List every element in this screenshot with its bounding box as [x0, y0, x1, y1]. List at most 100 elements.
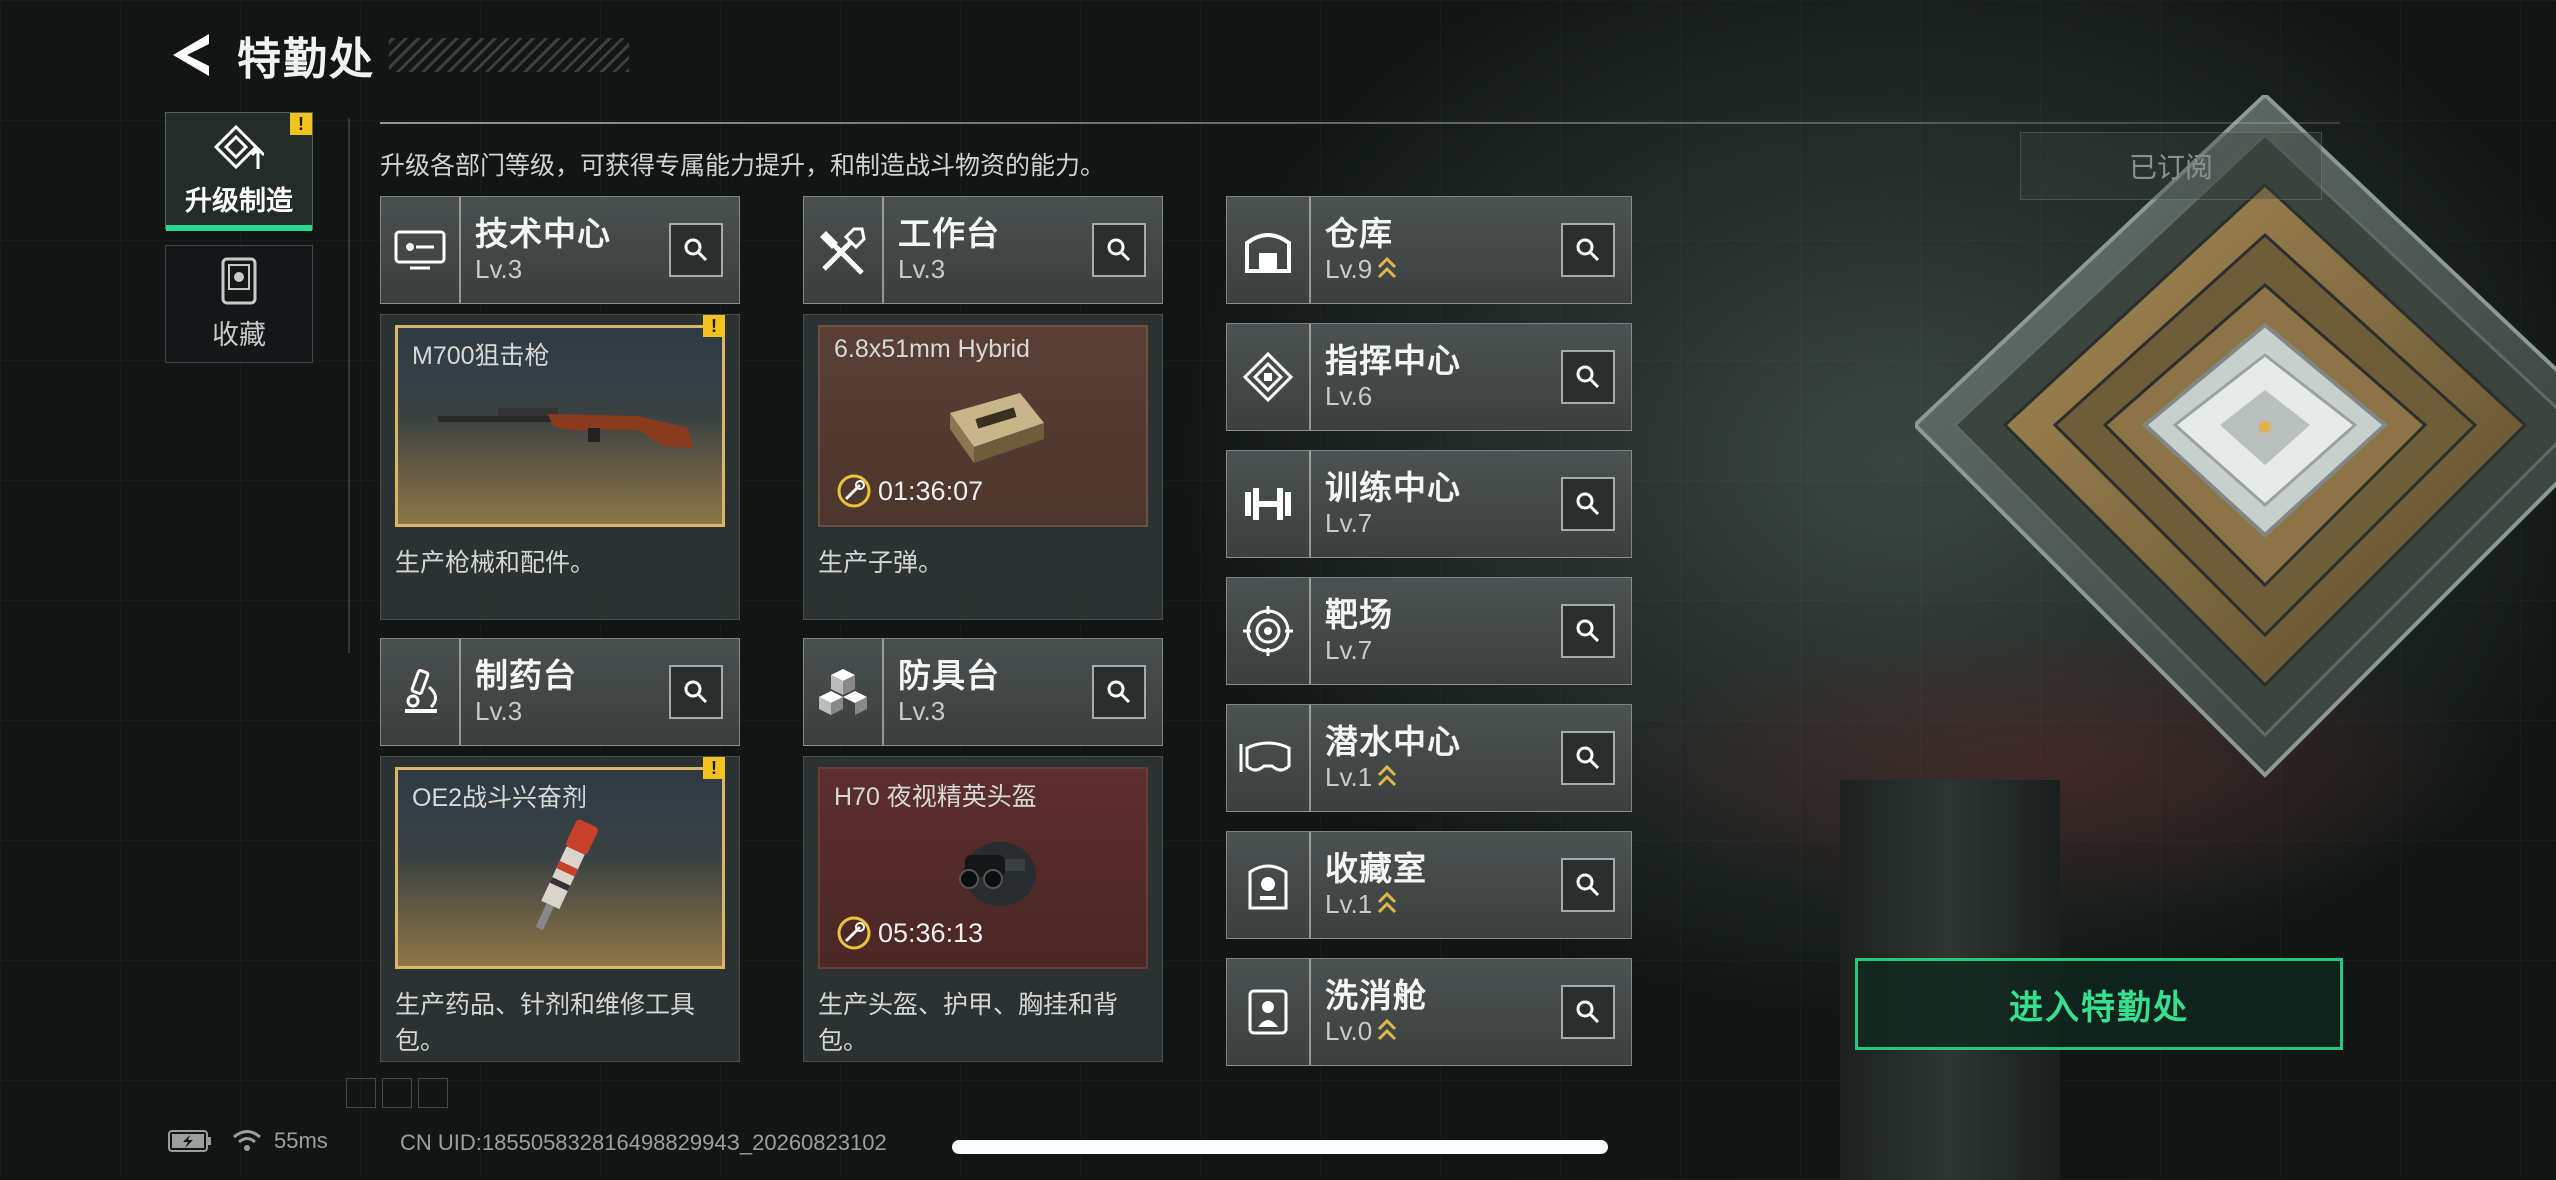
search-icon — [1107, 680, 1131, 704]
search-icon — [1576, 619, 1600, 643]
command-center-icon — [1227, 324, 1311, 430]
search-button[interactable] — [669, 665, 723, 719]
timer-text: 05:36:13 — [878, 917, 984, 948]
card-level: Lv.3 — [475, 254, 523, 284]
production-slot[interactable]: 6.8x51mm Hybrid 01:36:07 — [818, 325, 1148, 527]
sidenav-tab-upgrade[interactable]: ! 升级制造 — [165, 112, 313, 231]
search-button[interactable] — [1561, 731, 1615, 785]
page-description: 升级各部门等级，可获得专属能力提升，和制造战斗物资的能力。 — [380, 152, 1106, 180]
card-description: 生产药品、针剂和维修工具包。 — [395, 991, 696, 1055]
search-button[interactable] — [1561, 858, 1615, 912]
warning-badge: ! — [703, 315, 725, 337]
search-button[interactable] — [1092, 223, 1146, 277]
search-button[interactable] — [1561, 477, 1615, 531]
facility-level: Lv.9 — [1325, 254, 1373, 284]
battery-icon — [168, 1130, 211, 1152]
trophy-case-icon — [1227, 832, 1311, 938]
search-button[interactable] — [1561, 223, 1615, 277]
search-button[interactable] — [669, 223, 723, 277]
facility-name: 指挥中心 — [1325, 342, 1461, 379]
product-name: 6.8x51mm Hybrid — [834, 335, 1030, 363]
card-description: 生产子弹。 — [818, 549, 944, 577]
card-body-pharmacy[interactable]: OE2战斗兴奋剂 ! 生产药品、针剂和维修工具包。 — [380, 756, 740, 1062]
card-name: 工作台 — [898, 215, 1000, 252]
card-name: 防具台 — [898, 657, 1000, 694]
search-button[interactable] — [1561, 604, 1615, 658]
product-name: OE2战斗兴奋剂 — [412, 784, 588, 812]
target-icon — [1227, 578, 1311, 684]
enter-special-ops-button[interactable]: 进入特勤处 — [1855, 958, 2343, 1050]
facility-level: Lv.0 — [1325, 1016, 1373, 1046]
card-name: 制药台 — [475, 657, 577, 694]
card-description: 生产枪械和配件。 — [395, 549, 596, 577]
sidenav-label: 升级制造 — [185, 185, 293, 216]
wifi-icon — [233, 1130, 261, 1151]
production-slot[interactable]: M700狙击枪 — [395, 325, 725, 527]
search-icon — [1576, 746, 1600, 770]
status-bar: 55ms — [168, 1128, 328, 1154]
upgrade-icon — [214, 124, 264, 169]
building-cube-illustration — [1912, 92, 2556, 795]
card-header-tech-center[interactable]: 技术中心 Lv.3 — [380, 196, 740, 304]
sidenav-label: 收藏 — [212, 319, 266, 350]
facility-command-center[interactable]: 指挥中心 Lv.6 — [1226, 323, 1632, 431]
facility-name: 潜水中心 — [1325, 723, 1461, 760]
facility-name: 训练中心 — [1325, 469, 1461, 506]
search-icon — [1576, 238, 1600, 262]
decon-chamber-icon — [1227, 959, 1311, 1065]
night-vision-helmet-image — [959, 842, 1036, 906]
search-icon — [1576, 873, 1600, 897]
production-slot[interactable]: OE2战斗兴奋剂 — [395, 767, 725, 969]
collection-icon — [221, 257, 257, 304]
card-header-pharmacy[interactable]: 制药台 Lv.3 — [380, 638, 740, 746]
upgrade-chevron-icon — [1378, 891, 1397, 914]
facility-shooting-range[interactable]: 靶场 Lv.7 — [1226, 577, 1632, 685]
page-title: 特勤处 — [237, 35, 375, 84]
card-body-tech-center[interactable]: M700狙击枪 ! 生产枪械和配件。 — [380, 314, 740, 620]
search-icon — [1576, 365, 1600, 389]
card-level: Lv.3 — [898, 254, 946, 284]
search-button[interactable] — [1561, 350, 1615, 404]
facility-level: Lv.1 — [1325, 762, 1373, 792]
subscribed-button[interactable]: 已订阅 — [2020, 132, 2322, 200]
upgrade-chevron-icon — [1378, 764, 1397, 787]
facility-diving-center[interactable]: 潜水中心 Lv.1 — [1226, 704, 1632, 812]
back-arrow-icon — [173, 34, 209, 76]
rifle-image — [438, 408, 693, 448]
back-button[interactable] — [165, 25, 215, 85]
facility-name: 洗消舱 — [1325, 977, 1427, 1014]
card-header-armor-bench[interactable]: 防具台 Lv.3 — [803, 638, 1163, 746]
search-icon — [684, 238, 708, 262]
stimulant-injector-image — [535, 819, 598, 931]
card-body-workbench[interactable]: 6.8x51mm Hybrid 01:36:07 生产子弹。 — [803, 314, 1163, 620]
facility-level: Lv.6 — [1325, 381, 1373, 411]
production-timer: 05:36:13 — [836, 915, 983, 951]
product-name: H70 夜视精英头盔 — [834, 783, 1037, 811]
facility-collection-room[interactable]: 收藏室 Lv.1 — [1226, 831, 1632, 939]
sidenav-tab-collection[interactable]: 收藏 — [165, 245, 313, 363]
production-slot[interactable]: H70 夜视精英头盔 05:36:13 — [818, 767, 1148, 969]
facility-name: 仓库 — [1325, 215, 1393, 252]
production-timer: 01:36:07 — [836, 473, 983, 509]
ping-text: 55ms — [274, 1128, 328, 1153]
home-indicator[interactable] — [952, 1140, 1608, 1154]
card-body-armor-bench[interactable]: H70 夜视精英头盔 05:36:13 生产头盔、护甲、胸挂和背包。 — [803, 756, 1163, 1062]
search-button[interactable] — [1092, 665, 1146, 719]
title-decoration — [389, 38, 629, 72]
microscope-icon — [381, 639, 461, 745]
facility-decon-chamber[interactable]: 洗消舱 Lv.0 — [1226, 958, 1632, 1066]
facility-training-center[interactable]: 训练中心 Lv.7 — [1226, 450, 1632, 558]
warning-badge: ! — [703, 757, 725, 779]
facility-warehouse[interactable]: 仓库 Lv.9 — [1226, 196, 1632, 304]
card-header-workbench[interactable]: 工作台 Lv.3 — [803, 196, 1163, 304]
dumbbell-icon — [1227, 451, 1311, 557]
card-level: Lv.3 — [475, 696, 523, 726]
armor-blocks-icon — [804, 639, 884, 745]
facility-name: 收藏室 — [1325, 850, 1427, 887]
facility-level: Lv.7 — [1325, 508, 1373, 538]
search-icon — [1576, 492, 1600, 516]
divider — [380, 122, 2340, 124]
uid-text: CN UID:18550583281649882994З_20260823102 — [400, 1130, 887, 1155]
search-button[interactable] — [1561, 985, 1615, 1039]
facility-level: Lv.7 — [1325, 635, 1373, 665]
